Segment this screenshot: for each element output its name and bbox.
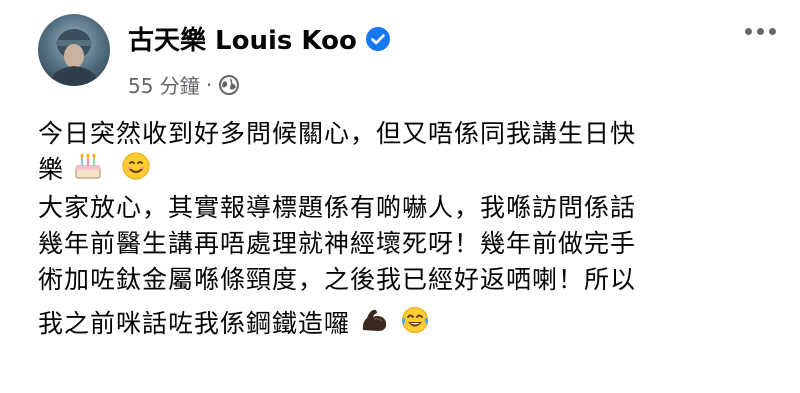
avatar[interactable] — [38, 14, 110, 86]
post-text-fragment: 我之前咪話咗我係鋼鐵造囉 — [38, 309, 351, 338]
post-text-line: 大家放心，其實報導標題係有啲嚇人，我喺訪問係話 — [38, 193, 637, 222]
post-meta: 55 分鐘 · — [128, 70, 240, 99]
meta-separator: · — [205, 72, 213, 97]
post-text: 今日突然收到好多問候關心，但又唔係同我講生日快 樂 大家放心，其實報導標題係有啲… — [38, 116, 778, 344]
post-header: 古天樂 Louis Koo 55 分鐘 · — [38, 14, 778, 102]
birthday-cake-emoji — [73, 152, 103, 190]
more-dot — [757, 28, 764, 35]
post-text-line-with-emoji: 樂 — [38, 152, 778, 190]
post-text-line-with-emoji: 我之前咪話咗我係鋼鐵造囉 — [38, 306, 778, 344]
more-dot — [769, 28, 776, 35]
smiling-face-emoji — [122, 152, 150, 190]
more-options-icon[interactable] — [745, 28, 776, 35]
author-line: 古天樂 Louis Koo — [128, 20, 391, 57]
post-text-line: 幾年前醫生講再唔處理就神經壞死呀！幾年前做完手 — [38, 229, 637, 258]
more-dot — [745, 28, 752, 35]
globe-icon[interactable] — [218, 74, 240, 96]
author-name[interactable]: 古天樂 Louis Koo — [128, 20, 357, 57]
face-with-tears-of-joy-emoji — [400, 306, 430, 344]
post-text-line: 今日突然收到好多問候關心，但又唔係同我講生日快 — [38, 119, 637, 148]
post-timestamp[interactable]: 55 分鐘 — [128, 70, 200, 99]
flexed-biceps-emoji — [359, 306, 389, 344]
post-text-fragment: 樂 — [38, 155, 65, 184]
post-text-line: 術加咗鈦金屬喺條頸度，之後我已經好返哂喇！所以 — [38, 265, 637, 294]
verified-badge-icon — [365, 26, 391, 52]
